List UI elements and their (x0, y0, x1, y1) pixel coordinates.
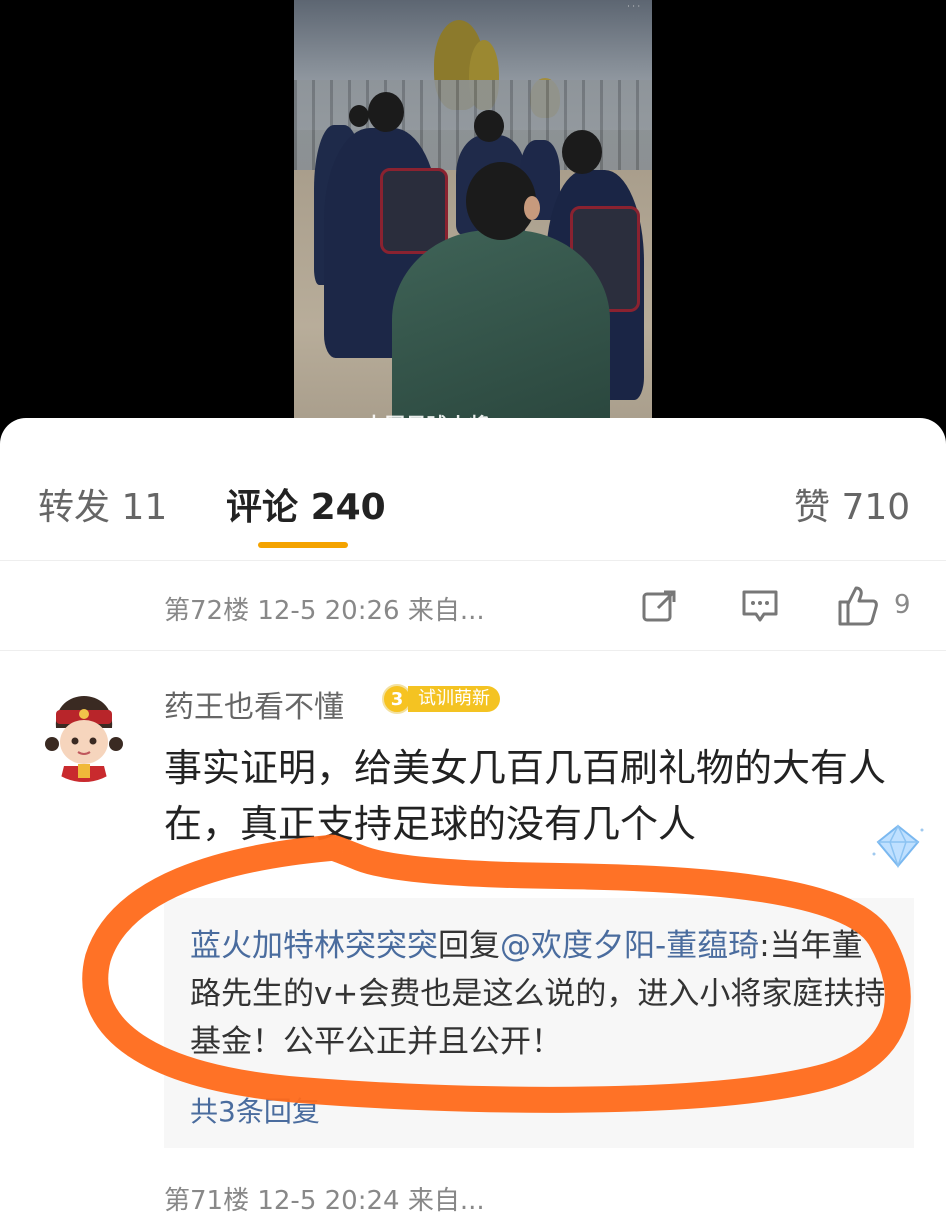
tab-repost[interactable]: 转发 11 (38, 478, 167, 530)
player-head (474, 110, 504, 142)
avatar-illustration (36, 686, 132, 782)
tab-comments-label: 评论 (226, 487, 299, 528)
divider (0, 560, 946, 561)
comment-username[interactable]: 药王也看不懂 (164, 682, 344, 726)
video-watermark: · · · (627, 2, 640, 11)
floor-meta-71: 第71楼 12-5 20:24 来自... (164, 1186, 485, 1216)
diamond-icon (870, 822, 926, 870)
like-button[interactable] (836, 584, 880, 628)
video-thumbnail[interactable]: 中国足球小将 · · · (294, 0, 652, 430)
divider (0, 650, 946, 651)
tab-repost-label: 转发 (38, 487, 111, 528)
comment-sheet: 转发 11 评论 240 赞 710 第72楼 12-5 20:26 来自...… (0, 418, 946, 1232)
reply-verb: 回复 (438, 928, 500, 964)
reply-button[interactable] (740, 586, 780, 626)
share-button[interactable] (640, 586, 680, 626)
level-badge: 3 试训萌新 (382, 684, 500, 714)
child-ear (524, 196, 540, 220)
thumbs-up-icon (838, 586, 878, 626)
badge-text: 试训萌新 (408, 686, 500, 712)
avatar[interactable] (36, 686, 132, 782)
share-icon (642, 590, 676, 622)
reply-username[interactable]: 蓝火加特林突突突 (190, 928, 438, 964)
player-head (368, 92, 404, 132)
more-replies-link[interactable]: 共3条回复 (190, 1090, 320, 1130)
tab-likes[interactable]: 赞 710 (794, 478, 910, 530)
reply-text: 蓝火加特林突突突回复@欢度夕阳-董蕴琦:当年董路先生的v+会费也是这么说的，进入… (190, 922, 890, 1066)
player-head (562, 130, 602, 174)
player-head (349, 105, 369, 127)
tab-repost-count: 11 (121, 487, 168, 528)
child-green-jacket (392, 230, 610, 430)
player-backpack (380, 168, 448, 254)
comment-icon (742, 590, 778, 622)
comment-text: 事实证明，给美女几百几百刷礼物的大有人在，真正支持足球的没有几个人 (164, 746, 887, 846)
floor-meta-72: 第72楼 12-5 20:26 来自... (164, 596, 485, 626)
reply-mention[interactable]: @欢度夕阳-董蕴琦 (500, 928, 759, 964)
like-count: 9 (894, 590, 911, 620)
tab-comments-count: 240 (310, 487, 386, 528)
tab-likes-count: 710 (841, 487, 911, 528)
tab-comments[interactable]: 评论 240 (226, 478, 386, 530)
tab-bar: 转发 11 评论 240 赞 710 (0, 478, 946, 538)
tab-likes-label: 赞 (794, 487, 831, 528)
active-tab-indicator (258, 542, 348, 548)
